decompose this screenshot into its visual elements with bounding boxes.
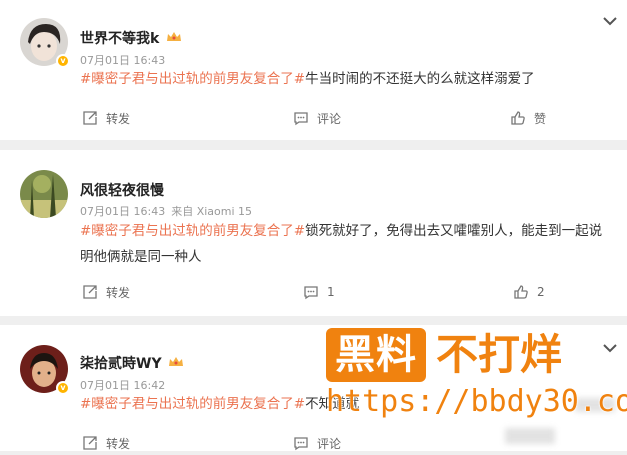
blurred-region xyxy=(505,428,555,444)
hashtag-link[interactable]: #曝密子君与出过轨的前男友复合了# xyxy=(80,71,305,87)
repost-label: 转发 xyxy=(106,111,131,126)
comment-icon xyxy=(304,286,318,300)
repost-button[interactable]: 转发 xyxy=(82,431,130,455)
comment-button[interactable]: 评论 xyxy=(293,106,341,130)
repost-icon xyxy=(83,436,97,450)
comment-count: 1 xyxy=(327,285,335,299)
blurred-region xyxy=(575,398,615,412)
repost-button[interactable]: 转发 xyxy=(82,280,130,304)
repost-label: 转发 xyxy=(106,436,131,451)
repost-icon xyxy=(83,111,97,125)
like-button[interactable]: 2 xyxy=(513,280,545,304)
username[interactable]: 柒拾贰時WY xyxy=(80,353,162,373)
comment-card: 风很轻夜很慢 07月01日 16:43 来自 Xiaomi 15 #曝密子君与出过… xyxy=(0,150,627,316)
repost-label: 转发 xyxy=(106,285,131,300)
verified-badge-icon: v xyxy=(56,54,70,68)
comment-body: 不知道就 xyxy=(305,396,360,412)
username[interactable]: 世界不等我k xyxy=(80,28,159,48)
repost-button[interactable]: 转发 xyxy=(82,106,130,130)
source-device: 来自 Xiaomi 15 xyxy=(171,205,253,218)
verified-badge-icon: v xyxy=(56,381,70,395)
comment-button[interactable]: 1 xyxy=(303,280,335,304)
username[interactable]: 风很轻夜很慢 xyxy=(80,180,164,200)
comment-body: 锁死就好了，免得出去又嚯嚯别人，能走到一起说 xyxy=(305,223,603,239)
comment-text: #曝密子君与出过轨的前男友复合了#不知道就 xyxy=(80,391,620,417)
comment-button[interactable]: 评论 xyxy=(293,431,341,455)
thumbs-up-icon xyxy=(514,285,528,299)
comment-label: 评论 xyxy=(317,436,342,451)
comment-label: 评论 xyxy=(317,111,342,126)
like-count: 2 xyxy=(537,285,545,299)
action-bar: 转发 评论 赞 xyxy=(0,106,627,130)
comment-text: #曝密子君与出过轨的前男友复合了#锁死就好了，免得出去又嚯嚯别人，能走到一起说 … xyxy=(80,218,620,270)
comment-body-continued: 明他俩就是同一种人 xyxy=(80,249,202,265)
comment-icon xyxy=(294,437,308,451)
crown-badge-icon xyxy=(169,357,183,366)
comment-icon xyxy=(294,112,308,126)
like-label: 赞 xyxy=(534,111,547,126)
comment-card: v 世界不等我k 07月01日 16:43 #曝密子君与出过轨的前男友复合了#牛… xyxy=(0,0,627,140)
chevron-down-icon[interactable] xyxy=(603,343,617,353)
hashtag-link[interactable]: #曝密子君与出过轨的前男友复合了# xyxy=(80,396,305,412)
comment-text: #曝密子君与出过轨的前男友复合了#牛当时闹的不还挺大的么就这样溺爱了 xyxy=(80,66,610,92)
like-button[interactable]: 赞 xyxy=(510,106,546,130)
avatar[interactable] xyxy=(20,170,68,218)
hashtag-link[interactable]: #曝密子君与出过轨的前男友复合了# xyxy=(80,223,305,239)
comment-meta: 07月01日 16:43 来自 Xiaomi 15 xyxy=(80,203,258,219)
chevron-down-icon[interactable] xyxy=(603,16,617,26)
comment-body: 牛当时闹的不还挺大的么就这样溺爱了 xyxy=(305,71,535,87)
action-bar: 转发 1 2 xyxy=(0,280,627,304)
repost-icon xyxy=(83,285,97,299)
crown-badge-icon xyxy=(167,32,181,41)
timestamp: 07月01日 16:43 xyxy=(80,205,166,218)
thumbs-up-icon xyxy=(511,111,525,125)
